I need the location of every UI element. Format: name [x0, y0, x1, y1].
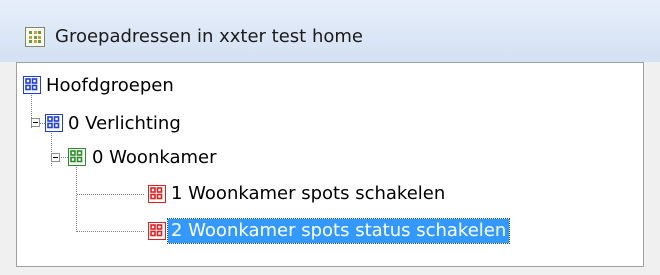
- window-title: Groepadressen in xxter test home: [55, 26, 363, 47]
- tree-connector: [77, 231, 144, 232]
- tree-connector: [77, 194, 144, 195]
- window-titlebar: Groepadressen in xxter test home: [0, 0, 660, 62]
- group-address-tree[interactable]: Hoofdgroepen 0 Verlichting 0 Woonkamer 1…: [16, 62, 644, 267]
- tree-node-label[interactable]: 0 Verlichting: [68, 112, 181, 136]
- collapse-toggle-woonkamer[interactable]: [51, 153, 60, 162]
- main-group-icon: [23, 76, 41, 94]
- group-address-icon: [148, 185, 166, 203]
- tree-node-label[interactable]: 1 Woonkamer spots schakelen: [171, 182, 445, 206]
- collapse-toggle-verlichting[interactable]: [31, 118, 40, 127]
- group-address-icon: [148, 222, 166, 240]
- tree-node-label-selected[interactable]: 2 Woonkamer spots status schakelen: [166, 218, 511, 244]
- tree-node-label[interactable]: 0 Woonkamer: [92, 146, 217, 170]
- address-grid-icon: [25, 27, 45, 47]
- tree-connector: [76, 167, 77, 232]
- main-group-icon: [45, 114, 63, 132]
- tree-node-label[interactable]: Hoofdgroepen: [46, 74, 174, 98]
- middle-group-icon: [68, 148, 86, 166]
